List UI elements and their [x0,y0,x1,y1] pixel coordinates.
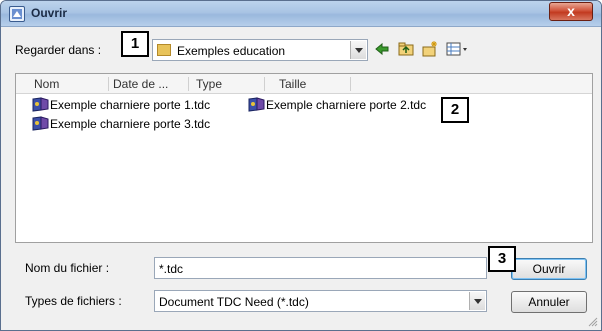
open-dialog: Ouvrir x Regarder dans : Exemples educat… [0,0,602,331]
column-date[interactable]: Date de ... [113,77,168,93]
cancel-button[interactable]: Annuler [511,291,587,313]
filename-field[interactable]: *.tdc [154,257,487,279]
back-icon[interactable] [373,40,391,58]
column-separator[interactable] [108,77,109,91]
title-bar[interactable]: Ouvrir x [1,1,601,27]
file-list-header: Nom Date de ... Type Taille [16,74,592,94]
file-item[interactable]: Exemple charniere porte 1.tdc [32,97,210,113]
up-folder-icon[interactable] [397,40,415,58]
filename-label: Nom du fichier : [25,261,110,275]
column-size[interactable]: Taille [279,77,306,93]
column-separator[interactable] [188,77,189,91]
file-name: Exemple charniere porte 3.tdc [50,116,211,131]
dialog-title: Ouvrir [31,6,68,20]
column-name[interactable]: Nom [34,77,59,93]
dialog-app-icon [9,6,25,22]
lookin-dropdown[interactable]: Exemples education [152,39,368,61]
column-separator[interactable] [264,77,265,91]
tdc-file-icon [248,97,265,112]
file-name: Exemple charniere porte 2.tdc [266,97,427,112]
filename-value: *.tdc [159,262,184,276]
filetype-label: Types de fichiers : [25,294,122,308]
resize-grip-icon[interactable] [588,317,598,327]
open-button[interactable]: Ouvrir [511,258,587,280]
view-menu-icon[interactable] [445,40,469,58]
callout-number: 2 [441,97,469,123]
tdc-file-icon [32,116,49,131]
filetype-dropdown[interactable]: Document TDC Need (*.tdc) [154,290,487,312]
filetype-value: Document TDC Need (*.tdc) [159,295,309,309]
new-folder-icon[interactable] [421,40,439,58]
file-item[interactable]: Exemple charniere porte 3.tdc [32,116,210,132]
file-list[interactable]: Nom Date de ... Type Taille Exemple char… [15,73,593,243]
column-type[interactable]: Type [196,77,222,93]
folder-icon [157,44,171,56]
tdc-file-icon [32,97,49,112]
lookin-value: Exemples education [177,44,286,58]
file-item[interactable]: Exemple charniere porte 2.tdc [248,97,426,113]
callout-number: 3 [488,246,516,272]
file-name: Exemple charniere porte 1.tdc [50,97,211,112]
column-separator[interactable] [350,77,351,91]
callout-number: 1 [121,31,149,57]
close-button[interactable]: x [549,2,593,21]
chevron-down-icon[interactable] [350,41,366,59]
chevron-down-icon[interactable] [469,292,485,310]
lookin-label: Regarder dans : [15,43,102,57]
